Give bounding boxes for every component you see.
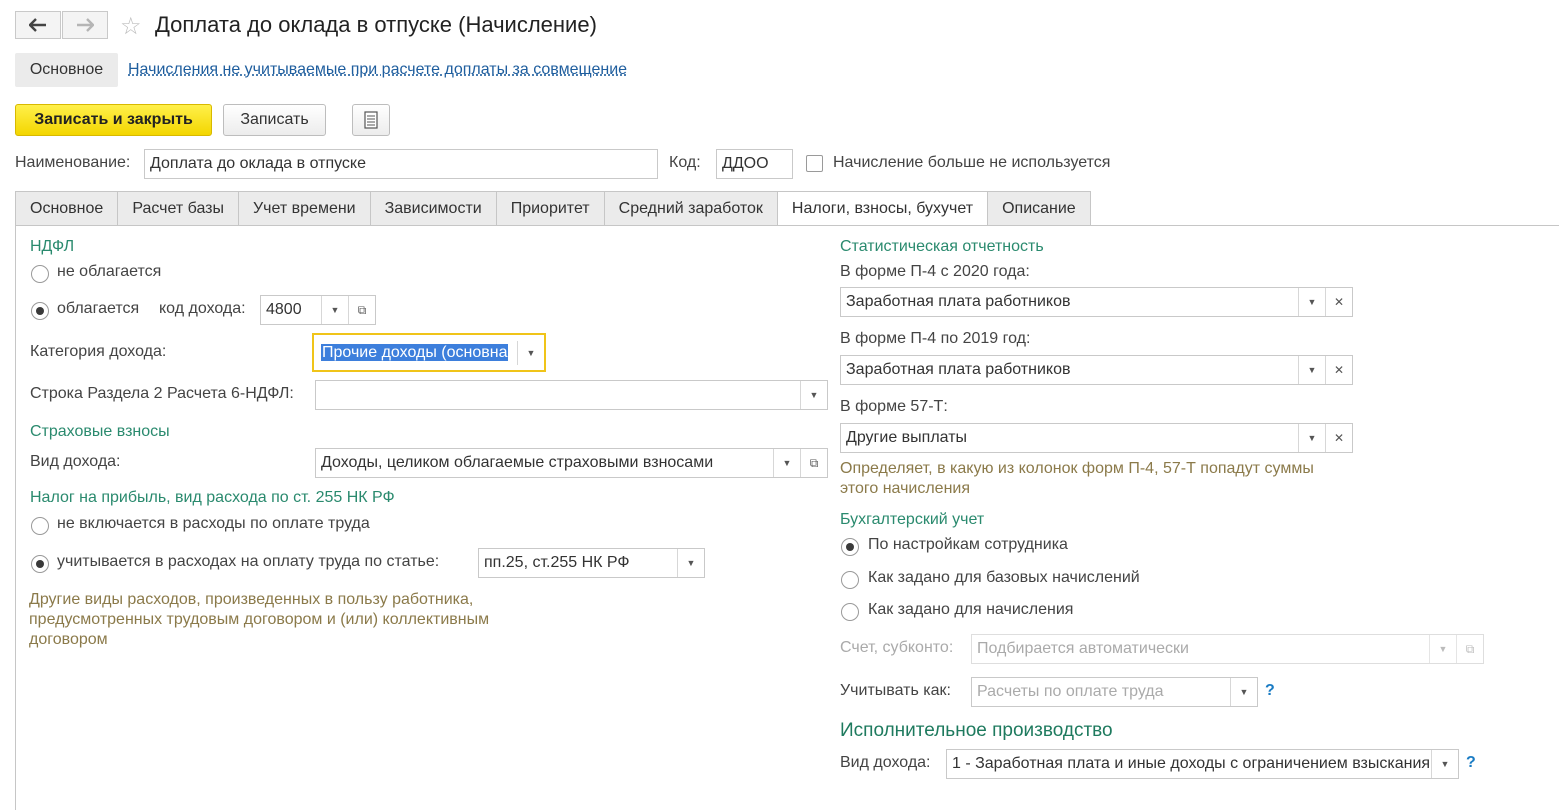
account-as-label: Учитывать как: (840, 682, 951, 699)
tab-time-accounting[interactable]: Учет времени (239, 191, 371, 226)
income-kind-field[interactable]: Доходы, целиком облагаемые страховыми вз… (315, 448, 828, 478)
acc-base-accruals-label: Как задано для базовых начислений (868, 569, 1140, 586)
article-hint: Другие виды расходов, произведенных в по… (29, 591, 490, 648)
dropdown-arrow-icon[interactable]: ▼ (1298, 356, 1325, 384)
row6-field[interactable]: ▼ (315, 380, 828, 410)
help-icon[interactable]: ? (1466, 754, 1476, 772)
stat-section-title: Статистическая отчетность (840, 238, 1044, 255)
help-icon[interactable]: ? (1265, 682, 1275, 700)
arrow-right-icon (77, 18, 94, 32)
tab-pane-border (15, 226, 16, 810)
back-button[interactable] (15, 11, 61, 39)
arrow-left-icon (29, 18, 46, 32)
nav-main-pill[interactable]: Основное (15, 53, 118, 87)
ndfl-taxed-radio[interactable] (31, 302, 49, 320)
document-list-icon (364, 111, 378, 129)
p4-2020-label: В форме П-4 с 2020 года: (840, 263, 1030, 280)
stat-hint: Определяет, в какую из колонок форм П-4,… (840, 460, 1314, 497)
code-input[interactable]: ДДОО (716, 149, 793, 179)
account-as-field[interactable]: Расчеты по оплате труда ▼ (971, 677, 1258, 707)
clear-icon[interactable]: ✕ (1325, 424, 1352, 452)
insurance-section-title: Страховые взносы (30, 423, 170, 440)
acc-by-employee-radio[interactable] (841, 538, 859, 556)
forward-button[interactable] (62, 11, 108, 39)
open-icon[interactable]: ⧉ (800, 449, 827, 477)
dropdown-arrow-icon[interactable]: ▼ (517, 340, 544, 365)
income-category-value: Прочие доходы (основна (321, 343, 509, 361)
not-used-label: Начисление больше не используется (833, 154, 1111, 171)
acc-as-accrual-label: Как задано для начисления (868, 601, 1074, 618)
tab-bar: Основное Расчет базы Учет времени Зависи… (15, 191, 1091, 226)
income-kind-label: Вид дохода: (30, 453, 121, 470)
not-used-checkbox[interactable] (806, 155, 823, 172)
row6-label: Строка Раздела 2 Расчета 6-НДФЛ: (30, 385, 294, 402)
tab-base-calc[interactable]: Расчет базы (118, 191, 239, 226)
acc-as-accrual-radio[interactable] (841, 603, 859, 621)
favorite-star-icon[interactable]: ☆ (120, 12, 142, 41)
included-by-article-label: учитывается в расходах на оплату труда п… (57, 553, 440, 570)
clear-icon[interactable]: ✕ (1325, 356, 1352, 384)
p4-2020-field[interactable]: Заработная плата работников ▼ ✕ (840, 287, 1353, 317)
dropdown-arrow-icon[interactable]: ▼ (1298, 288, 1325, 316)
article-field[interactable]: пп.25, ст.255 НК РФ ▼ (478, 548, 705, 578)
account-field: Подбирается автоматически ▼ ⧉ (971, 634, 1484, 664)
profit-tax-section-title: Налог на прибыль, вид расхода по ст. 255… (30, 489, 395, 506)
nav-link-accruals[interactable]: Начисления не учитываемые при расчете до… (128, 61, 627, 79)
report-button[interactable] (352, 104, 390, 136)
code-label: Код: (669, 154, 701, 171)
accounting-section-title: Бухгалтерский учет (840, 511, 985, 528)
f57-field[interactable]: Другие выплаты ▼ ✕ (840, 423, 1353, 453)
included-by-article-radio[interactable] (31, 555, 49, 573)
p4-2019-field[interactable]: Заработная плата работников ▼ ✕ (840, 355, 1353, 385)
tab-average-earnings[interactable]: Средний заработок (604, 191, 778, 226)
enforcement-income-field[interactable]: 1 - Заработная плата и иные доходы с огр… (946, 749, 1459, 779)
tab-taxes[interactable]: Налоги, взносы, бухучет (777, 191, 989, 226)
tab-dependencies[interactable]: Зависимости (370, 191, 497, 226)
acc-base-accruals-radio[interactable] (841, 571, 859, 589)
income-category-label: Категория дохода: (30, 343, 167, 360)
account-label: Счет, субконто: (840, 639, 954, 656)
income-category-field[interactable]: Прочие доходы (основна ▼ (312, 333, 546, 372)
page-title: Доплата до оклада в отпуске (Начисление) (155, 12, 597, 37)
enforcement-income-label: Вид дохода: (840, 754, 931, 771)
income-code-field[interactable]: 4800 ▼ ⧉ (260, 295, 376, 325)
dropdown-arrow-icon[interactable]: ▼ (677, 549, 704, 577)
ndfl-section-title: НДФЛ (30, 238, 75, 255)
p4-2019-label: В форме П-4 по 2019 год: (840, 330, 1031, 347)
tab-priority[interactable]: Приоритет (496, 191, 605, 226)
dropdown-arrow-icon[interactable]: ▼ (1298, 424, 1325, 452)
open-icon[interactable]: ⧉ (348, 296, 375, 324)
dropdown-arrow-icon[interactable]: ▼ (321, 296, 348, 324)
clear-icon[interactable]: ✕ (1325, 288, 1352, 316)
dropdown-arrow-icon: ▼ (1429, 635, 1456, 663)
name-label: Наименование: (15, 154, 131, 171)
tab-description[interactable]: Описание (988, 191, 1091, 226)
not-included-label: не включается в расходы по оплате труда (57, 515, 370, 532)
open-icon: ⧉ (1456, 635, 1483, 663)
ndfl-not-taxed-label: не облагается (57, 263, 162, 280)
tab-main[interactable]: Основное (15, 191, 119, 226)
income-code-label: код дохода: (159, 300, 246, 317)
dropdown-arrow-icon[interactable]: ▼ (1230, 678, 1257, 706)
acc-by-employee-label: По настройкам сотрудника (868, 536, 1068, 553)
enforcement-section-title: Исполнительное производство (840, 720, 1113, 741)
dropdown-arrow-icon[interactable]: ▼ (800, 381, 827, 409)
not-included-radio[interactable] (31, 517, 49, 535)
f57-label: В форме 57-Т: (840, 398, 948, 415)
dropdown-arrow-icon[interactable]: ▼ (1431, 750, 1458, 778)
tab-divider (15, 225, 1559, 226)
dropdown-arrow-icon[interactable]: ▼ (773, 449, 800, 477)
save-button[interactable]: Записать (223, 104, 326, 136)
name-input[interactable]: Доплата до оклада в отпуске (144, 149, 658, 179)
ndfl-taxed-label: облагается (57, 300, 140, 317)
save-and-close-button[interactable]: Записать и закрыть (15, 104, 212, 136)
ndfl-not-taxed-radio[interactable] (31, 265, 49, 283)
